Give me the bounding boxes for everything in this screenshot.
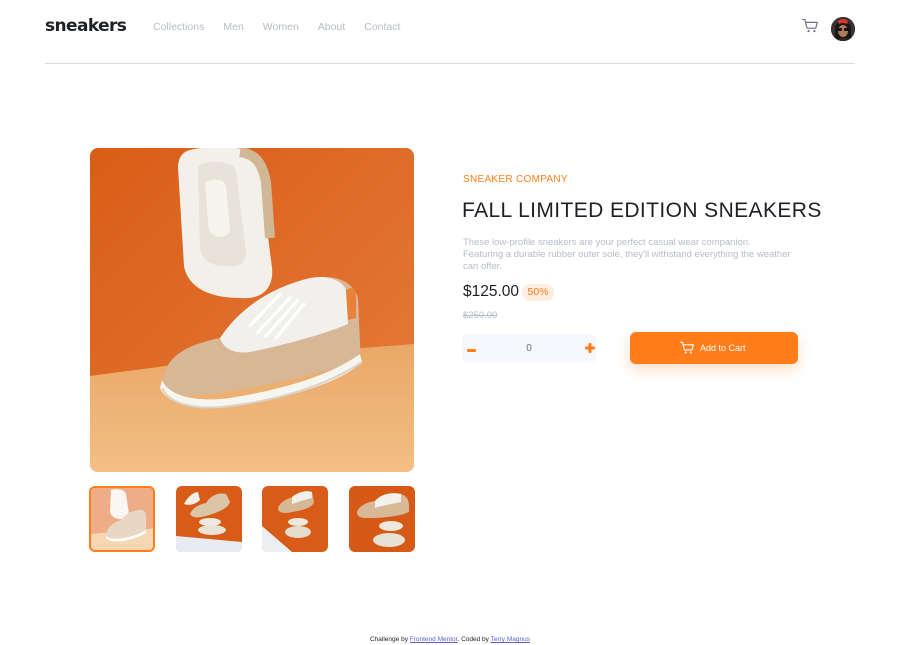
author-link[interactable]: Terry Magnus <box>491 636 530 643</box>
nav-link-collections[interactable]: Collections <box>153 21 204 33</box>
plus-icon[interactable] <box>578 334 602 363</box>
attribution-footer: Challenge by Frontend Mentor. Coded by T… <box>0 636 900 643</box>
nav-link-about[interactable]: About <box>318 21 345 33</box>
original-price: $250.00 <box>463 310 498 321</box>
avatar[interactable] <box>831 17 855 41</box>
thumbnail-2[interactable] <box>176 486 242 552</box>
add-to-cart-button[interactable]: Add to Cart <box>630 332 798 364</box>
thumbnail-1[interactable] <box>89 486 155 552</box>
logo[interactable]: sneakers <box>45 16 127 36</box>
nav-link-men[interactable]: Men <box>223 21 243 33</box>
product-description: These low-profile sneakers are your perf… <box>463 237 791 272</box>
product-main-image[interactable] <box>90 148 414 472</box>
cart-icon <box>680 341 694 355</box>
coded-by-text: . Coded by <box>457 636 489 643</box>
main-nav: Collections Men Women About Contact <box>153 21 419 33</box>
cart-icon[interactable] <box>802 18 820 36</box>
thumbnail-strip <box>89 486 415 552</box>
quantity-stepper: 0 <box>462 334 596 363</box>
challenge-text: Challenge by <box>370 636 408 643</box>
thumbnail-3[interactable] <box>262 486 328 552</box>
product-title: FALL LIMITED EDITION SNEAKERS <box>462 199 822 222</box>
site-header: sneakers Collections Men Women About Con… <box>45 0 855 64</box>
nav-link-women[interactable]: Women <box>263 21 299 33</box>
nav-link-contact[interactable]: Contact <box>364 21 400 33</box>
frontend-mentor-link[interactable]: Frontend Mentor <box>410 636 458 643</box>
current-price: $125.00 <box>463 283 520 300</box>
company-label: SNEAKER COMPANY <box>463 174 568 185</box>
discount-badge: 50% <box>522 284 554 301</box>
add-to-cart-label: Add to Cart <box>700 343 746 353</box>
minus-icon[interactable] <box>460 334 484 363</box>
thumbnail-4[interactable] <box>349 486 415 552</box>
